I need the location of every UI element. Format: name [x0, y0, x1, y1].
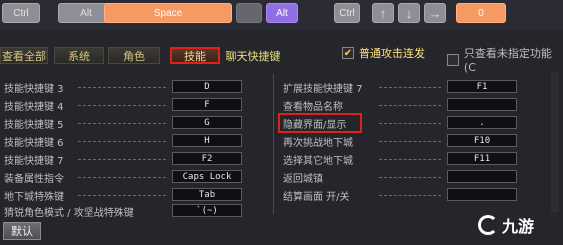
alt-key-right[interactable]: Alt — [266, 3, 298, 23]
row-leader — [78, 141, 166, 142]
row-leader — [379, 195, 441, 196]
row-leader — [78, 123, 166, 124]
row-label: 技能快捷键 6 — [4, 137, 64, 149]
key-binding-field[interactable]: Tab — [172, 188, 242, 201]
row-label: 技能快捷键 4 — [4, 101, 64, 113]
tab-all[interactable]: 查看全部 — [0, 47, 48, 64]
arrow-up-key[interactable]: ↑ — [372, 3, 394, 23]
left-row: 技能快捷键 4 F — [4, 98, 266, 113]
left-row: 技能快捷键 7 F2 — [4, 152, 266, 167]
key-binding-field[interactable]: H — [172, 134, 242, 147]
arrow-down-key[interactable]: ↓ — [398, 3, 420, 23]
right-row: 查看物品名称 — [283, 98, 545, 113]
row-label: 结算画面 开/关 — [283, 191, 350, 203]
row-leader — [379, 105, 441, 106]
key-binding-field[interactable] — [447, 170, 517, 183]
row-label: 再次挑战地下城 — [283, 137, 353, 149]
key-binding-field[interactable]: . — [447, 116, 517, 129]
right-row: 返回城镇 — [283, 170, 545, 185]
row-leader — [379, 159, 441, 160]
tab-system[interactable]: 系统 — [54, 47, 104, 64]
blank-key[interactable] — [236, 3, 262, 23]
key-binding-field[interactable]: F2 — [172, 152, 242, 165]
row-label: 返回城镇 — [283, 173, 323, 185]
right-row: 结算画面 开/关 — [283, 188, 545, 203]
normal-attack-option[interactable]: ✔ 普通攻击连发 — [342, 45, 425, 61]
tab-chat-hotkeys[interactable]: 聊天快捷键 — [222, 47, 284, 64]
row-label: 选择其它地下城 — [283, 155, 353, 167]
row-leader — [78, 105, 166, 106]
highlight-box — [278, 113, 362, 133]
keyboard-strip: Ctrl Alt Space Alt Ctrl ↑ ↓ → 0 — [0, 0, 563, 30]
row-leader — [78, 177, 166, 178]
key-binding-field[interactable]: G — [172, 116, 242, 129]
show-unassigned-option[interactable]: 只查看未指定功能(C — [447, 45, 563, 74]
row-label: 地下城特殊键 — [4, 191, 64, 203]
row-leader — [78, 159, 166, 160]
normal-attack-checkbox[interactable]: ✔ — [342, 47, 354, 59]
row-label: 猜锐角色模式 / 攻坚战特殊键 — [4, 207, 134, 219]
column-divider — [273, 74, 274, 214]
show-unassigned-checkbox[interactable] — [447, 53, 459, 66]
key-binding-field[interactable]: Caps Lock — [172, 170, 242, 183]
left-row: 装备属性指令 Caps Lock — [4, 170, 266, 185]
left-row: 技能快捷键 6 H — [4, 134, 266, 149]
left-row: 地下城特殊键 Tab — [4, 188, 266, 203]
key-binding-field[interactable]: D — [172, 80, 242, 93]
row-leader — [379, 141, 441, 142]
row-label: 扩展技能快捷键 7 — [283, 83, 363, 95]
row-leader — [78, 87, 166, 88]
key-binding-field[interactable]: F — [172, 98, 242, 111]
logo-icon — [478, 215, 498, 235]
left-row: 技能快捷键 5 G — [4, 116, 266, 131]
watermark-logo: 九游 — [478, 213, 534, 237]
right-row: 再次挑战地下城 F10 — [283, 134, 545, 149]
row-label: 装备属性指令 — [4, 173, 64, 185]
right-row: 选择其它地下城 F11 — [283, 152, 545, 167]
key-binding-field[interactable]: `(~) — [172, 204, 242, 217]
key-binding-field[interactable]: F10 — [447, 134, 517, 147]
key-binding-field[interactable]: F1 — [447, 80, 517, 93]
key-binding-field[interactable]: F11 — [447, 152, 517, 165]
left-row: 猜锐角色模式 / 攻坚战特殊键 `(~) — [4, 204, 266, 219]
row-label: 技能快捷键 3 — [4, 83, 64, 95]
ctrl-key-right[interactable]: Ctrl — [334, 3, 360, 23]
left-row: 技能快捷键 3 D — [4, 80, 266, 95]
row-leader — [379, 177, 441, 178]
zero-key[interactable]: 0 — [456, 3, 506, 23]
row-leader — [379, 123, 441, 124]
show-unassigned-label: 只查看未指定功能(C — [463, 47, 552, 74]
row-label: 技能快捷键 7 — [4, 155, 64, 167]
key-binding-field[interactable] — [447, 98, 517, 111]
normal-attack-label: 普通攻击连发 — [359, 47, 425, 60]
default-button[interactable]: 默认 — [3, 222, 41, 240]
row-leader — [78, 195, 166, 196]
space-key[interactable]: Space — [104, 3, 232, 23]
tab-skill[interactable]: 技能 — [170, 47, 220, 64]
tab-character[interactable]: 角色 — [108, 47, 160, 64]
row-label: 技能快捷键 5 — [4, 119, 64, 131]
row-label: 查看物品名称 — [283, 101, 343, 113]
watermark-text: 九游 — [502, 217, 535, 236]
scrollbar[interactable] — [551, 72, 559, 212]
key-binding-field[interactable] — [447, 188, 517, 201]
right-row: 扩展技能快捷键 7 F1 — [283, 80, 545, 95]
arrow-right-key[interactable]: → — [424, 3, 446, 23]
ctrl-key-left[interactable]: Ctrl — [2, 3, 40, 23]
row-leader — [379, 87, 441, 88]
